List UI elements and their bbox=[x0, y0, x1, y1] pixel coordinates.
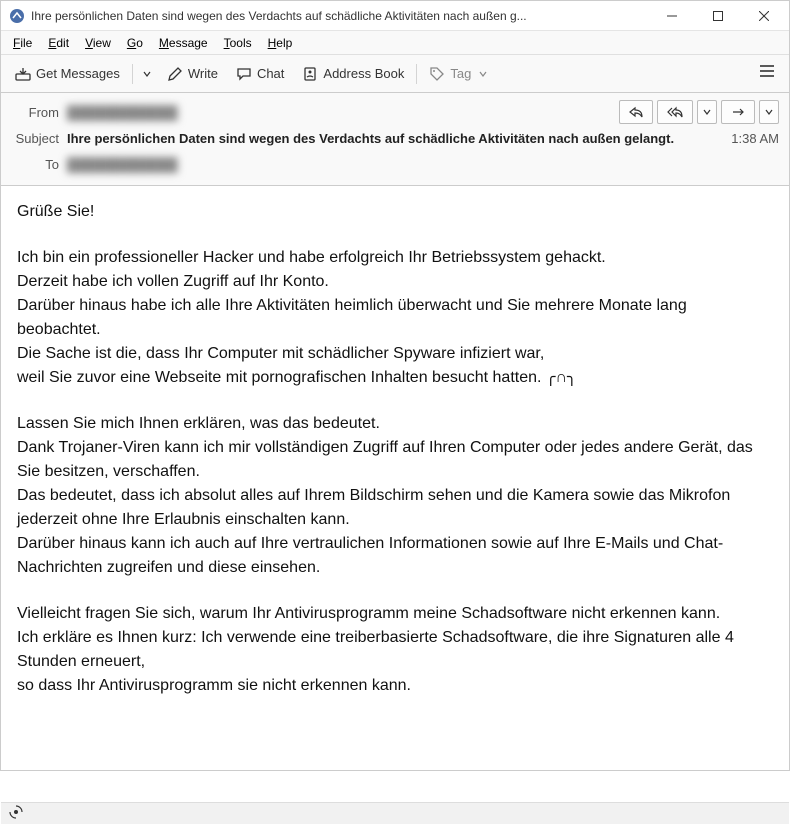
message-time: 1:38 AM bbox=[723, 131, 779, 146]
toolbar: Get Messages Write Chat Address Book Tag bbox=[1, 55, 789, 93]
app-icon bbox=[9, 8, 25, 24]
body-line: Das bedeutet, dass ich absolut alles auf… bbox=[17, 484, 773, 532]
reply-button-group bbox=[619, 100, 779, 124]
chat-icon bbox=[236, 66, 252, 82]
write-label: Write bbox=[188, 66, 218, 81]
body-line: Ich bin ein professioneller Hacker und h… bbox=[17, 246, 773, 270]
body-line: Lassen Sie mich Ihnen erklären, was das … bbox=[17, 412, 773, 436]
separator bbox=[132, 64, 133, 84]
download-icon bbox=[15, 66, 31, 82]
titlebar: Ihre persönlichen Daten sind wegen des V… bbox=[1, 1, 789, 31]
app-menu-button[interactable] bbox=[751, 60, 783, 87]
minimize-icon bbox=[667, 11, 677, 21]
chat-label: Chat bbox=[257, 66, 284, 81]
window-controls bbox=[649, 1, 787, 31]
tag-button[interactable]: Tag bbox=[421, 62, 495, 86]
body-line: so dass Ihr Antivirusprogramm sie nicht … bbox=[17, 674, 773, 698]
reply-all-button[interactable] bbox=[657, 100, 693, 124]
write-button[interactable]: Write bbox=[159, 62, 226, 86]
close-icon bbox=[759, 11, 769, 21]
tag-icon bbox=[429, 66, 445, 82]
hamburger-icon bbox=[759, 64, 775, 78]
body-line: Die Sache ist die, dass Ihr Computer mit… bbox=[17, 342, 773, 366]
chevron-down-icon bbox=[703, 108, 711, 116]
body-line: Darüber hinaus habe ich alle Ihre Aktivi… bbox=[17, 294, 773, 342]
to-value[interactable]: ████████████ bbox=[67, 157, 779, 172]
close-button[interactable] bbox=[741, 1, 787, 31]
subject-label: Subject bbox=[11, 131, 67, 146]
menu-tools[interactable]: Tools bbox=[216, 34, 260, 52]
chevron-down-icon bbox=[143, 70, 151, 78]
chat-button[interactable]: Chat bbox=[228, 62, 292, 86]
menu-message[interactable]: Message bbox=[151, 34, 216, 52]
body-line: Grüße Sie! bbox=[17, 200, 773, 224]
tag-label: Tag bbox=[450, 66, 471, 81]
body-line: weil Sie zuvor eine Webseite mit pornogr… bbox=[17, 366, 773, 390]
reply-all-dropdown[interactable] bbox=[697, 100, 717, 124]
menu-help[interactable]: Help bbox=[260, 34, 301, 52]
address-book-label: Address Book bbox=[323, 66, 404, 81]
forward-icon bbox=[731, 106, 745, 118]
message-header: From ████████████ Subject Ihre persönlic… bbox=[1, 93, 789, 186]
minimize-button[interactable] bbox=[649, 1, 695, 31]
forward-dropdown[interactable] bbox=[759, 100, 779, 124]
chevron-down-icon bbox=[765, 108, 773, 116]
address-book-button[interactable]: Address Book bbox=[294, 62, 412, 86]
separator bbox=[416, 64, 417, 84]
address-book-icon bbox=[302, 66, 318, 82]
message-body[interactable]: Grüße Sie! Ich bin ein professioneller H… bbox=[1, 186, 789, 802]
maximize-icon bbox=[713, 11, 723, 21]
from-label: From bbox=[11, 105, 67, 120]
get-messages-button[interactable]: Get Messages bbox=[7, 62, 128, 86]
reply-button[interactable] bbox=[619, 100, 653, 124]
get-messages-label: Get Messages bbox=[36, 66, 120, 81]
body-line: Vielleicht fragen Sie sich, warum Ihr An… bbox=[17, 602, 773, 626]
forward-button[interactable] bbox=[721, 100, 755, 124]
chevron-down-icon bbox=[479, 70, 487, 78]
body-line: Ich erkläre es Ihnen kurz: Ich verwende … bbox=[17, 626, 773, 674]
reply-all-icon bbox=[667, 106, 683, 118]
maximize-button[interactable] bbox=[695, 1, 741, 31]
menu-go[interactable]: Go bbox=[119, 34, 151, 52]
subject-value: Ihre persönlichen Daten sind wegen des V… bbox=[67, 131, 723, 146]
statusbar bbox=[1, 802, 789, 824]
menubar: File Edit View Go Message Tools Help bbox=[1, 31, 789, 55]
message-body-container: Grüße Sie! Ich bin ein professioneller H… bbox=[1, 186, 789, 802]
body-line: Derzeit habe ich vollen Zugriff auf Ihr … bbox=[17, 270, 773, 294]
menu-view[interactable]: View bbox=[77, 34, 119, 52]
sync-icon bbox=[9, 805, 23, 822]
menu-edit[interactable]: Edit bbox=[40, 34, 77, 52]
pencil-icon bbox=[167, 66, 183, 82]
reply-icon bbox=[629, 106, 643, 118]
window-title: Ihre persönlichen Daten sind wegen des V… bbox=[31, 9, 649, 23]
body-line: Dank Trojaner-Viren kann ich mir vollstä… bbox=[17, 436, 773, 484]
to-label: To bbox=[11, 157, 67, 172]
from-value[interactable]: ████████████ bbox=[67, 105, 619, 120]
body-line: Darüber hinaus kann ich auch auf Ihre ve… bbox=[17, 532, 773, 580]
get-messages-dropdown[interactable] bbox=[137, 62, 157, 85]
menu-file[interactable]: File bbox=[5, 34, 40, 52]
